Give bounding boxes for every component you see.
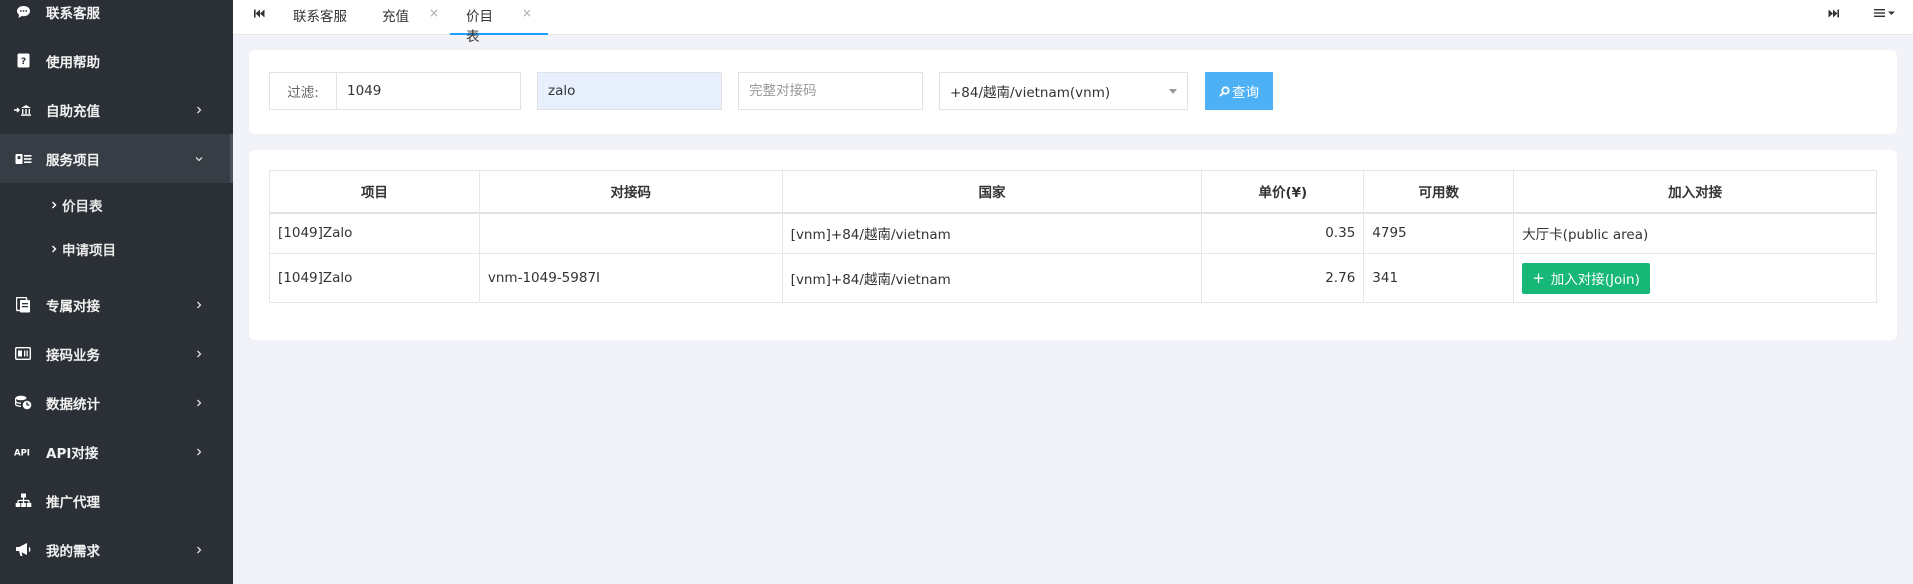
sidebar-item-api[interactable]: API API对接	[0, 427, 233, 476]
service-icon	[14, 150, 32, 168]
chevron-right-icon	[52, 201, 57, 209]
country-select-value: +84/越南/vietnam(vnm)	[950, 85, 1111, 101]
query-button-label: 查询	[1232, 85, 1259, 101]
join-button[interactable]: + 加入对接(Join)	[1522, 262, 1650, 294]
megaphone-icon	[14, 541, 32, 559]
search-icon	[1219, 85, 1230, 97]
tab-contact[interactable]: 联系客服	[293, 0, 347, 35]
tab-close-icon[interactable]: ×	[522, 6, 532, 20]
sidebar-item-my-needs[interactable]: 我的需求	[0, 525, 233, 574]
cell-available: 4795	[1363, 212, 1515, 254]
table-row: [1049]Zalo [vnm]+84/越南/vietnam 0.35 4795…	[269, 212, 1877, 254]
tab-label: 价目表	[466, 9, 493, 45]
sidebar-item-contact[interactable]: 联系客服	[0, 0, 233, 36]
tab-price-list[interactable]: 价目表 ×	[450, 0, 548, 45]
chevron-right-icon	[197, 448, 202, 455]
tab-label: 联系客服	[293, 9, 347, 25]
table-row: [1049]Zalo vnm-1049-5987I [vnm]+84/越南/vi…	[269, 253, 1877, 303]
project-name-input[interactable]	[537, 72, 722, 110]
column-header-join: 加入对接	[1513, 170, 1877, 214]
code-business-icon	[14, 345, 32, 363]
sidebar-item-label: 推广代理	[46, 494, 100, 511]
sidebar-item-help[interactable]: ? 使用帮助	[0, 36, 233, 85]
api-icon: API	[14, 443, 32, 461]
join-button-label: 加入对接(Join)	[1550, 272, 1640, 288]
query-button[interactable]: 查询	[1205, 72, 1273, 110]
tab-close-icon[interactable]: ×	[429, 6, 439, 20]
app-root: 联系客服 ? 使用帮助 自助充值 服务项目 价目表 申请项目 专属对接 接码业务…	[0, 0, 1913, 584]
tabs-scroll-right-button[interactable]	[1821, 0, 1845, 26]
tab-bar: 联系客服 充值 × 价目表 ×	[233, 0, 1913, 45]
dedicated-icon	[14, 296, 32, 314]
chat-icon	[14, 3, 32, 21]
sidebar-item-stats[interactable]: 数据统计	[0, 378, 233, 427]
sidebar-item-label: 数据统计	[46, 396, 100, 413]
sidebar-item-label: 使用帮助	[46, 54, 100, 71]
cell-country: [vnm]+84/越南/vietnam	[781, 212, 1203, 254]
cell-project: [1049]Zalo	[269, 212, 480, 254]
menu-icon	[1874, 9, 1895, 17]
chevron-down-icon	[195, 156, 203, 161]
agent-icon	[14, 492, 32, 510]
sidebar-item-dedicated[interactable]: 专属对接	[0, 280, 233, 329]
sidebar-item-label: 自助充值	[46, 103, 100, 120]
sidebar-item-agent[interactable]: 推广代理	[0, 476, 233, 525]
help-icon: ?	[14, 52, 32, 70]
tab-recharge[interactable]: 充值 ×	[382, 0, 439, 35]
project-id-input[interactable]	[336, 72, 521, 110]
plus-icon: +	[1532, 269, 1545, 287]
sidebar-item-code-business[interactable]: 接码业务	[0, 329, 233, 378]
chevron-right-icon	[197, 106, 202, 113]
sidebar-item-recharge[interactable]: 自助充值	[0, 85, 233, 134]
svg-text:?: ?	[20, 57, 25, 67]
country-select[interactable]: +84/越南/vietnam(vnm)	[939, 72, 1188, 110]
column-header-country: 国家	[781, 170, 1203, 214]
filter-label: 过滤:	[269, 72, 336, 110]
sidebar-item-label: 专属对接	[46, 298, 100, 315]
tab-label: 充值	[382, 9, 409, 25]
sidebar: 联系客服 ? 使用帮助 自助充值 服务项目 价目表 申请项目 专属对接 接码业务…	[0, 0, 233, 584]
sidebar-item-label: API对接	[46, 445, 99, 462]
cell-country: [vnm]+84/越南/vietnam	[781, 253, 1203, 303]
caret-down-icon	[1169, 89, 1177, 94]
stats-icon	[14, 394, 32, 412]
code-input[interactable]	[738, 72, 923, 110]
column-header-price: 单价(¥)	[1201, 170, 1365, 214]
recharge-icon	[14, 101, 32, 119]
cell-project: [1049]Zalo	[269, 253, 480, 303]
svg-text:API: API	[14, 448, 30, 457]
chevron-right-icon	[197, 546, 202, 553]
sidebar-subitem-apply-project[interactable]: 申请项目	[0, 227, 233, 271]
column-header-code: 对接码	[478, 170, 783, 214]
skip-previous-icon	[253, 9, 264, 17]
chevron-right-icon	[197, 301, 202, 308]
sidebar-item-label: 服务项目	[46, 152, 100, 169]
column-header-available: 可用数	[1363, 170, 1515, 214]
cell-price: 2.76	[1201, 253, 1365, 303]
sidebar-item-label: 联系客服	[46, 5, 100, 22]
tabs-scroll-left-button[interactable]	[247, 0, 271, 26]
sidebar-item-label: 我的需求	[46, 543, 100, 560]
column-header-project: 项目	[269, 170, 480, 214]
cell-code	[478, 212, 783, 254]
cell-price: 0.35	[1201, 212, 1365, 254]
price-table: 项目 对接码 国家 单价(¥) 可用数 加入对接 [1049]Zalo [vnm…	[269, 170, 1877, 303]
tabs-menu-button[interactable]	[1869, 0, 1901, 26]
sidebar-item-services[interactable]: 服务项目	[0, 134, 233, 183]
chevron-right-icon	[52, 245, 57, 253]
table-header-row: 项目 对接码 国家 单价(¥) 可用数 加入对接	[269, 170, 1877, 214]
skip-next-icon	[1828, 9, 1839, 17]
cell-join-text: 大厅卡(public area)	[1513, 212, 1877, 254]
cell-join: + 加入对接(Join)	[1513, 253, 1877, 303]
sidebar-subitem-label: 申请项目	[62, 243, 116, 259]
sidebar-item-label: 接码业务	[46, 347, 100, 364]
chevron-right-icon	[197, 399, 202, 406]
cell-available: 341	[1363, 253, 1515, 303]
cell-code: vnm-1049-5987I	[478, 253, 783, 303]
sidebar-subitem-price-list[interactable]: 价目表	[0, 183, 233, 227]
chevron-right-icon	[197, 350, 202, 357]
sidebar-subitem-label: 价目表	[62, 199, 103, 215]
